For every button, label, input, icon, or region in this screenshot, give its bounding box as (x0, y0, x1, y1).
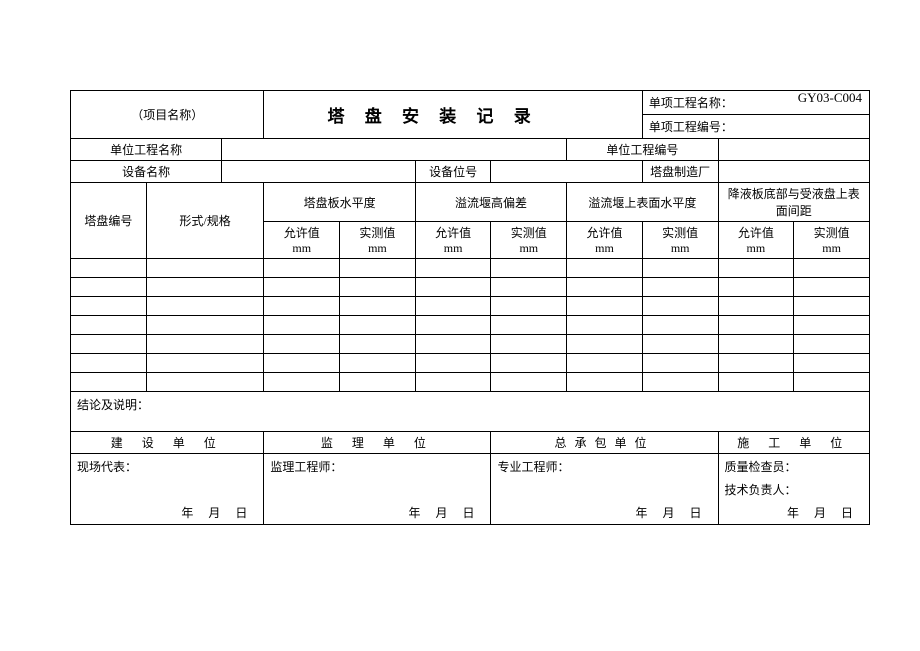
col-allow-4: 允许值mm (718, 222, 794, 259)
col-meas-2: 实测值mm (491, 222, 567, 259)
sig-builder-unit: 施 工 单 位 (718, 432, 869, 454)
col-meas-1: 实测值mm (340, 222, 416, 259)
manufacturer-label: 塔盘制造厂 (642, 161, 718, 183)
col-group3: 溢流堰上表面水平度 (567, 183, 718, 222)
unit-proj-name-label: 单位工程名称 (71, 139, 222, 161)
device-pos-value (491, 161, 642, 183)
date-3: 年 月 日 (491, 502, 718, 524)
col-allow-3: 允许值mm (567, 222, 643, 259)
device-name-label: 设备名称 (71, 161, 222, 183)
main-table: （项目名称） 塔 盘 安 装 记 录 单项工程名称： 单项工程编号： 单位工程名… (70, 90, 870, 525)
date-1: 年 月 日 (71, 502, 264, 524)
col-meas-3: 实测值mm (642, 222, 718, 259)
form-title: 塔 盘 安 装 记 录 (264, 91, 642, 139)
form-code: GY03-C004 (798, 90, 862, 106)
sig-qc-tech: 质量检查员： 技术负责人： (718, 454, 869, 503)
table-row (71, 335, 870, 354)
sig-site-rep: 现场代表： (71, 454, 264, 503)
table-row (71, 259, 870, 278)
col-group4: 降液板底部与受液盘上表面间距 (718, 183, 869, 222)
unit-proj-code-value (718, 139, 869, 161)
unit-proj-name-value (222, 139, 567, 161)
col-group2: 溢流堰高偏差 (415, 183, 566, 222)
sig-construction-unit: 建 设 单 位 (71, 432, 264, 454)
col-form-spec: 形式/规格 (146, 183, 264, 259)
table-row (71, 297, 870, 316)
col-allow-1: 允许值mm (264, 222, 340, 259)
col-allow-2: 允许值mm (415, 222, 491, 259)
sig-supervision-unit: 监 理 单 位 (264, 432, 491, 454)
table-row (71, 278, 870, 297)
project-name-label: （项目名称） (71, 91, 264, 139)
col-tray-no: 塔盘编号 (71, 183, 147, 259)
unit-proj-code-label: 单位工程编号 (567, 139, 718, 161)
single-project-code-label: 单项工程编号： (642, 115, 869, 139)
date-4: 年 月 日 (718, 502, 869, 524)
table-row (71, 354, 870, 373)
col-meas-4: 实测值mm (794, 222, 870, 259)
table-row (71, 373, 870, 392)
device-name-value (222, 161, 415, 183)
table-row (71, 316, 870, 335)
sig-general-contractor: 总承包单位 (491, 432, 718, 454)
sig-supervisor-eng: 监理工程师： (264, 454, 491, 503)
date-2: 年 月 日 (264, 502, 491, 524)
manufacturer-value (718, 161, 869, 183)
col-group1: 塔盘板水平度 (264, 183, 415, 222)
sig-prof-eng: 专业工程师： (491, 454, 718, 503)
conclusion-label: 结论及说明： (71, 392, 870, 432)
device-pos-label: 设备位号 (415, 161, 491, 183)
